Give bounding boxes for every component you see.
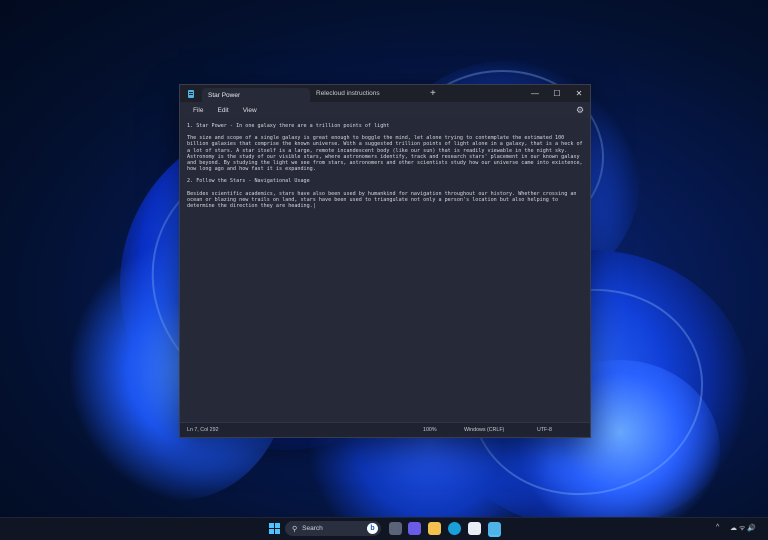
tray-network-volume-icons[interactable]: ☁ ᯤ 🔊 bbox=[730, 524, 756, 533]
text-editor[interactable]: 1. Star Power - In one galaxy there are … bbox=[180, 118, 590, 422]
zoom-level[interactable]: 100% bbox=[423, 427, 437, 433]
taskbar: ⚲ Search b ^ ☁ ᯤ 🔊 bbox=[0, 517, 768, 540]
task-view-icon[interactable] bbox=[389, 522, 402, 535]
tab-relecloud-instructions[interactable]: Relecloud instructions bbox=[310, 85, 422, 102]
notepad-app-icon bbox=[180, 85, 202, 102]
settings-gear-icon[interactable]: ⚙ bbox=[575, 105, 585, 115]
search-placeholder: Search bbox=[302, 525, 323, 532]
close-button[interactable]: ✕ bbox=[568, 85, 590, 102]
menu-view[interactable]: View bbox=[236, 107, 264, 114]
tab-label: Relecloud instructions bbox=[316, 90, 380, 97]
edge-browser-icon[interactable] bbox=[448, 522, 461, 535]
cursor-position: Ln 7, Col 292 bbox=[187, 427, 219, 433]
search-icon: ⚲ bbox=[292, 525, 298, 533]
document-paragraph: Besides scientific academics, stars have… bbox=[187, 190, 577, 210]
microsoft-store-icon[interactable] bbox=[468, 522, 481, 535]
minimize-button[interactable]: — bbox=[524, 85, 546, 102]
window-controls: — ☐ ✕ bbox=[524, 85, 590, 102]
encoding[interactable]: UTF-8 bbox=[537, 427, 552, 433]
bing-icon[interactable]: b bbox=[367, 523, 378, 534]
notepad-taskbar-icon[interactable] bbox=[488, 522, 501, 537]
maximize-button[interactable]: ☐ bbox=[546, 85, 568, 102]
document-paragraph: 1. Star Power - In one galaxy there are … bbox=[187, 123, 390, 129]
start-windows-icon[interactable] bbox=[268, 522, 281, 535]
menu-edit[interactable]: Edit bbox=[210, 107, 235, 114]
teams-chat-icon[interactable] bbox=[408, 522, 421, 535]
taskbar-search-box[interactable]: ⚲ Search b bbox=[285, 521, 381, 536]
title-bar[interactable]: Star Power Relecloud instructions + — ☐ … bbox=[180, 85, 590, 102]
tab-label: Star Power bbox=[208, 91, 241, 99]
line-ending[interactable]: Windows (CRLF) bbox=[464, 427, 504, 433]
document-paragraph: 2. Follow the Stars - Navigational Usage bbox=[187, 178, 310, 185]
file-explorer-icon[interactable] bbox=[428, 522, 441, 535]
menu-file[interactable]: File bbox=[186, 107, 210, 114]
new-tab-button[interactable]: + bbox=[422, 85, 444, 102]
notepad-window: Star Power Relecloud instructions + — ☐ … bbox=[179, 84, 591, 438]
tab-star-power[interactable]: Star Power bbox=[202, 88, 310, 102]
status-bar: Ln 7, Col 292 100% Windows (CRLF) UTF-8 bbox=[180, 422, 590, 437]
tray-overflow-chevron-icon[interactable]: ^ bbox=[716, 524, 719, 531]
menu-bar: File Edit View ⚙ bbox=[180, 102, 590, 118]
document-paragraph: The size and scope of a single galaxy is… bbox=[187, 135, 583, 173]
